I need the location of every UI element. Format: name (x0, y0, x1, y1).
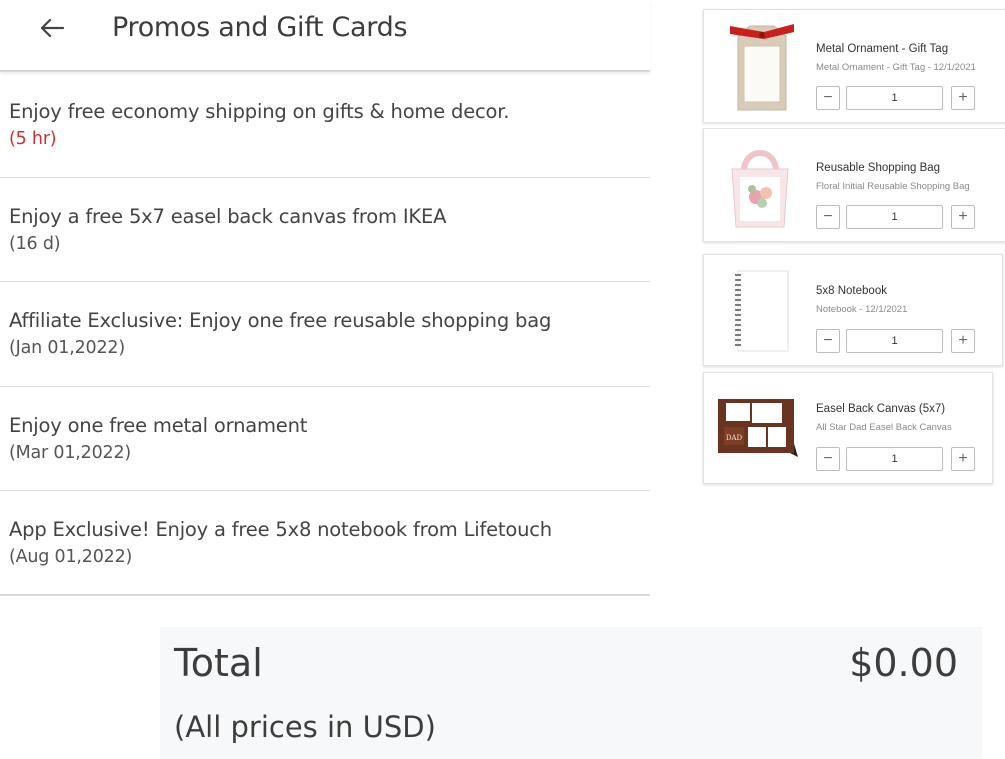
cart-item-notebook: 5x8 Notebook Notebook - 12/1/2021 − 1 + (703, 254, 1003, 366)
increase-quantity-button[interactable]: + (951, 329, 975, 353)
back-button[interactable] (34, 12, 70, 44)
quantity-field[interactable]: 1 (846, 205, 943, 229)
quantity-field[interactable]: 1 (846, 86, 943, 110)
arrow-left-icon (40, 18, 65, 38)
item-title: Reusable Shopping Bag (816, 162, 941, 174)
total-amount: $0.00 (849, 641, 958, 685)
shopping-bag-thumbnail (731, 150, 789, 228)
cart-item-easel-canvas: DAD Easel Back Canvas (5x7) All Star Dad… (703, 372, 993, 484)
total-label: Total (174, 641, 263, 685)
gift-tag-thumbnail (730, 24, 794, 111)
decrease-quantity-button[interactable]: − (816, 86, 840, 110)
promo-text: App Exclusive! Enjoy a free 5x8 notebook… (9, 518, 552, 541)
notebook-thumbnail (735, 270, 789, 352)
item-subtitle: Notebook - 12/1/2021 (816, 304, 908, 315)
svg-text:DAD: DAD (726, 434, 743, 442)
quantity-field[interactable]: 1 (846, 447, 943, 471)
item-title: Easel Back Canvas (5x7) (816, 403, 946, 415)
promo-expiry: (Aug 01,2022) (9, 547, 133, 567)
item-subtitle: Metal Ornament - Gift Tag - 12/1/2021 (816, 62, 976, 73)
quantity-stepper: − 1 + (816, 447, 976, 471)
promo-text: Enjoy a free 5x7 easel back canvas from … (9, 204, 447, 228)
item-title: 5x8 Notebook (816, 285, 887, 297)
promo-expiry: (Mar 01,2022) (9, 442, 132, 463)
page-title: Promos and Gift Cards (112, 12, 408, 43)
quantity-field[interactable]: 1 (846, 329, 943, 353)
promo-expiry: (16 d) (9, 233, 61, 254)
item-title: Metal Ornament - Gift Tag (816, 43, 949, 55)
quantity-stepper: − 1 + (816, 86, 976, 110)
promo-expiry: (Jan 01,2022) (9, 338, 125, 358)
order-total-bar: Total $0.00 (All prices in USD) (160, 627, 982, 759)
promo-text: Enjoy free economy shipping on gifts & h… (9, 100, 510, 123)
cart-item-metal-ornament: Metal Ornament - Gift Tag Metal Ornament… (703, 9, 1005, 123)
promo-item[interactable]: Enjoy a free 5x7 easel back canvas from … (0, 178, 650, 282)
promo-expiry: (5 hr) (9, 129, 57, 149)
easel-canvas-thumbnail: DAD (718, 399, 798, 457)
promo-text: Affiliate Exclusive: Enjoy one free reus… (9, 309, 552, 332)
promos-header: Promos and Gift Cards (0, 0, 650, 72)
decrease-quantity-button[interactable]: − (816, 447, 840, 471)
decrease-quantity-button[interactable]: − (816, 205, 840, 229)
currency-note: (All prices in USD) (174, 710, 436, 744)
promo-item[interactable]: Enjoy free economy shipping on gifts & h… (0, 73, 650, 178)
promo-text: Enjoy one free metal ornament (9, 413, 308, 437)
promo-item[interactable]: Enjoy one free metal ornament (Mar 01,20… (0, 387, 650, 491)
promos-panel: Promos and Gift Cards Enjoy free economy… (0, 0, 650, 606)
quantity-stepper: − 1 + (816, 205, 976, 229)
item-subtitle: Floral Initial Reusable Shopping Bag (816, 181, 970, 192)
increase-quantity-button[interactable]: + (951, 86, 975, 110)
decrease-quantity-button[interactable]: − (816, 329, 840, 353)
quantity-stepper: − 1 + (816, 329, 976, 353)
item-subtitle: All Star Dad Easel Back Canvas (816, 422, 952, 433)
increase-quantity-button[interactable]: + (951, 447, 975, 471)
promo-item[interactable]: App Exclusive! Enjoy a free 5x8 notebook… (0, 491, 650, 596)
increase-quantity-button[interactable]: + (951, 205, 975, 229)
promo-item[interactable]: Affiliate Exclusive: Enjoy one free reus… (0, 282, 650, 387)
promo-list: Enjoy free economy shipping on gifts & h… (0, 73, 650, 596)
cart-item-shopping-bag: Reusable Shopping Bag Floral Initial Reu… (703, 128, 1005, 242)
